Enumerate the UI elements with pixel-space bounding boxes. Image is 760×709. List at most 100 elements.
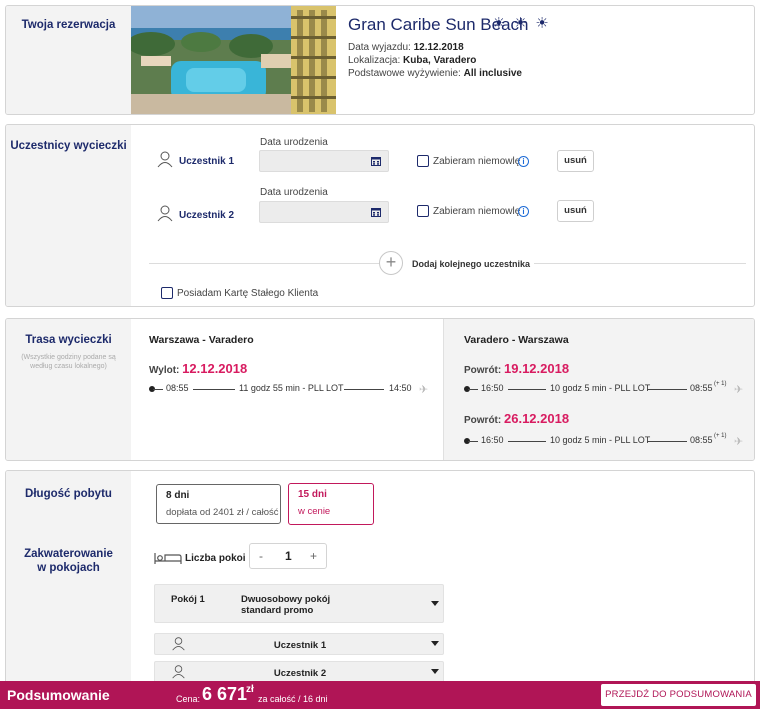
stay-option-price: w cenie [298,506,331,517]
rooms-count-value: 1 [285,549,292,563]
timeline-segment [153,389,163,390]
room-1-select[interactable]: Pokój 1 Dwuosobowy pokój standard promo [154,584,444,623]
timeline-segment [508,441,546,442]
outbound-arr-time: 14:50 [389,383,412,393]
participant-1-dob-input[interactable] [259,150,389,172]
participant-1-infant-label: Zabieram niemowlę [433,156,521,167]
add-participant-label[interactable]: Dodaj kolejnego uczestnika [412,259,530,269]
participant-2-name: Uczestnik 2 [179,210,235,221]
accommodation-section-title: Zakwaterowanie w pokojach [24,548,113,574]
return-flight-2-timeline: 16:50 10 godz 5 min - PLL LOT 08:55 (+ 1… [464,433,749,448]
go-to-summary-button[interactable]: PRZEJDŹ DO PODSUMOWANIA [601,684,756,706]
outbound-date: 12.12.2018 [182,361,248,376]
participant-1-dob-label: Data urodzenia [260,137,328,148]
participant-2-infant-label: Zabieram niemowlę [433,206,521,217]
bed-icon [154,553,182,564]
participant-2-infant-checkbox[interactable] [417,205,429,217]
return-route-header: Varadero - Warszawa [464,334,569,346]
location-line: Lokalizacja: Kuba, Varadero [348,55,476,66]
summary-title: Podsumowanie [7,687,110,703]
price-label: Cena: [176,694,201,704]
stay-card: Długość pobytu 8 dni dopłata od 2401 zł … [5,470,755,709]
location-label: Lokalizacja: [348,55,401,66]
reservation-card: Twoja rezerwacja Gran Caribe Sun Beach ☀… [5,5,755,115]
outbound-flight-timeline: 08:55 11 godz 55 min - PLL LOT 14:50 ✈ [149,383,429,396]
person-icon [157,205,173,222]
calendar-icon[interactable] [371,207,381,217]
plane-icon: ✈ [734,436,744,448]
stay-option-8-days[interactable]: 8 dni dopłata od 2401 zł / całość [156,484,281,524]
return-flight-2-day-offset: (+ 1) [714,433,727,439]
rooms-count-label: Liczba pokoi [185,553,246,564]
room-1-occupant-2-select[interactable]: Uczestnik 2 [154,661,444,683]
rooms-stepper[interactable]: - 1 + [249,543,327,569]
participants-card: Uczestnicy wycieczki Uczestnik 1 Data ur… [5,124,755,307]
occupant-name: Uczestnik 1 [273,640,327,651]
loyalty-card-label: Posiadam Kartę Stałego Klienta [177,288,319,299]
return-flight-1-info: 10 godz 5 min - PLL LOT [550,383,651,393]
outbound-dep-time: 08:55 [166,383,189,393]
timeline-segment [468,441,478,442]
chevron-down-icon[interactable] [431,669,439,674]
room-1-type: Dwuosobowy pokój standard promo [241,594,331,616]
return-flight-1-label: Powrót: 19.12.2018 [464,361,569,376]
stay-option-days: 8 dni [166,490,190,501]
timeline-segment [647,441,687,442]
hotel-photo [131,6,336,114]
add-participant-icon[interactable]: + [379,251,403,275]
rooms-decrement-button[interactable]: - [259,549,263,563]
location-value: Kuba, Varadero [403,55,477,66]
outbound-flight-info: 11 godz 55 min - PLL LOT [239,383,344,393]
timeline-segment [193,389,235,390]
return-flight-2-label: Powrót: 26.12.2018 [464,411,569,426]
return-flight-1-day-offset: (+ 1) [714,381,727,387]
participant-1-name: Uczestnik 1 [179,156,235,167]
stay-option-15-days[interactable]: 15 dni w cenie [288,483,374,525]
stay-option-price: dopłata od 2401 zł / całość [166,507,279,518]
room-1-label: Pokój 1 [171,594,205,605]
return-flight-1-dep-time: 16:50 [481,383,504,393]
outbound-flight-label: Wylot: 12.12.2018 [149,361,247,376]
route-card: Trasa wycieczki (Wszystkie godziny podan… [5,318,755,461]
participant-2-remove-button[interactable]: usuń [557,200,594,222]
departure-value: 12.12.2018 [413,42,464,53]
divider [534,263,746,264]
calendar-icon[interactable] [371,156,381,166]
reservation-section-title: Twoja rezerwacja [21,19,116,31]
person-icon [157,151,173,168]
participant-1-remove-button[interactable]: usuń [557,150,594,172]
plane-icon: ✈ [419,384,429,396]
loyalty-card-checkbox[interactable] [161,287,173,299]
timeline-segment [647,389,687,390]
rooms-increment-button[interactable]: + [310,549,317,563]
stay-label-column [6,471,131,709]
board-label: Podstawowe wyżywienie: [348,68,461,79]
return-flight-2-date: 26.12.2018 [504,411,570,426]
departure-label: Data wyjazdu: [348,42,411,53]
return-route-panel: Varadero - Warszawa Powrót: 19.12.2018 1… [443,319,754,460]
return-flight-1-arr-time: 08:55 [690,383,713,393]
participants-section-title: Uczestnicy wycieczki [10,140,127,152]
info-icon[interactable]: i [518,156,529,167]
occupant-name: Uczestnik 2 [273,668,327,679]
return-flight-2-arr-time: 08:55 [690,435,713,445]
route-section-title: Trasa wycieczki [25,334,112,346]
return-label: Powrót: [464,415,502,426]
price-currency: zł [246,684,254,695]
board-line: Podstawowe wyżywienie: All inclusive [348,68,522,79]
room-1-occupant-1-select[interactable]: Uczestnik 1 [154,633,444,655]
participant-2-dob-input[interactable] [259,201,389,223]
timeline-segment [468,389,478,390]
outbound-label: Wylot: [149,365,180,376]
outbound-route-header: Warszawa - Varadero [149,334,254,346]
return-flight-2-info: 10 godz 5 min - PLL LOT [550,435,651,445]
chevron-down-icon[interactable] [431,601,439,606]
stay-length-section-title: Długość pobytu [25,488,112,500]
timeline-segment [344,389,384,390]
participant-1-infant-checkbox[interactable] [417,155,429,167]
chevron-down-icon[interactable] [431,641,439,646]
price-suffix: za całość / 16 dni [258,694,328,704]
return-label: Powrót: [464,365,502,376]
info-icon[interactable]: i [518,206,529,217]
summary-bar: Podsumowanie Cena: 6 671 zł za całość / … [0,681,760,709]
